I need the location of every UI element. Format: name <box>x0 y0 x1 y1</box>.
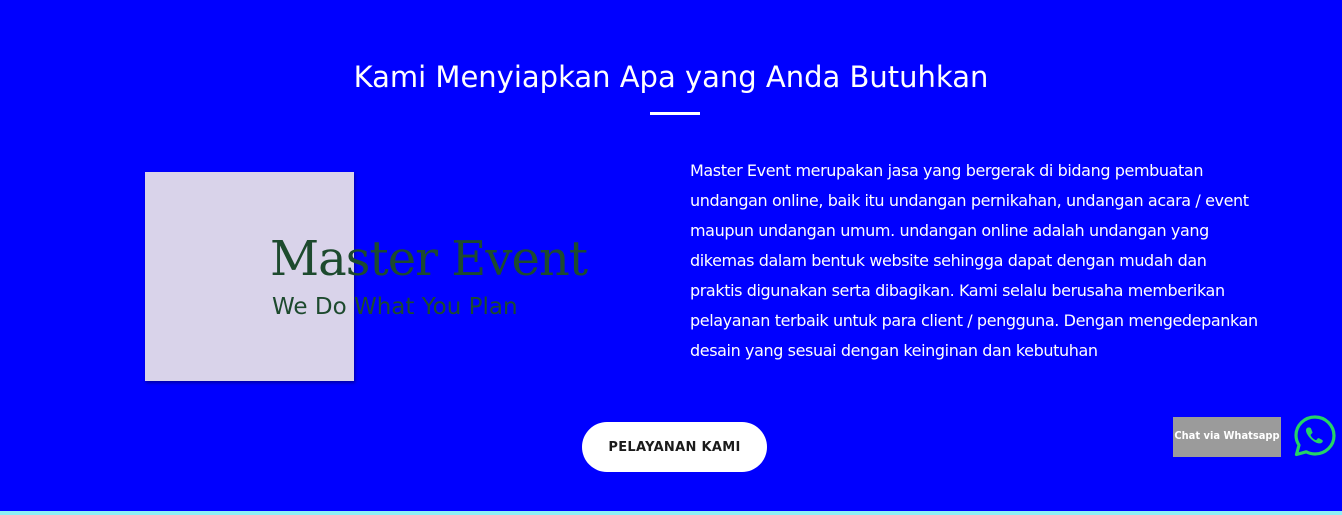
whatsapp-icon[interactable] <box>1292 413 1338 459</box>
title-underline-divider <box>650 112 700 115</box>
logo-title: Master Event <box>270 231 588 287</box>
services-button[interactable]: PELAYANAN KAMI <box>582 422 767 472</box>
whatsapp-chat-label[interactable]: Chat via Whatsapp <box>1173 417 1281 457</box>
logo-tagline: We Do What You Plan <box>272 294 518 320</box>
bottom-border-line <box>0 511 1342 515</box>
section-title: Kami Menyiapkan Apa yang Anda Butuhkan <box>353 60 989 94</box>
about-description: Master Event merupakan jasa yang bergera… <box>690 161 1258 360</box>
whatsapp-icon-graphic <box>1294 415 1336 457</box>
